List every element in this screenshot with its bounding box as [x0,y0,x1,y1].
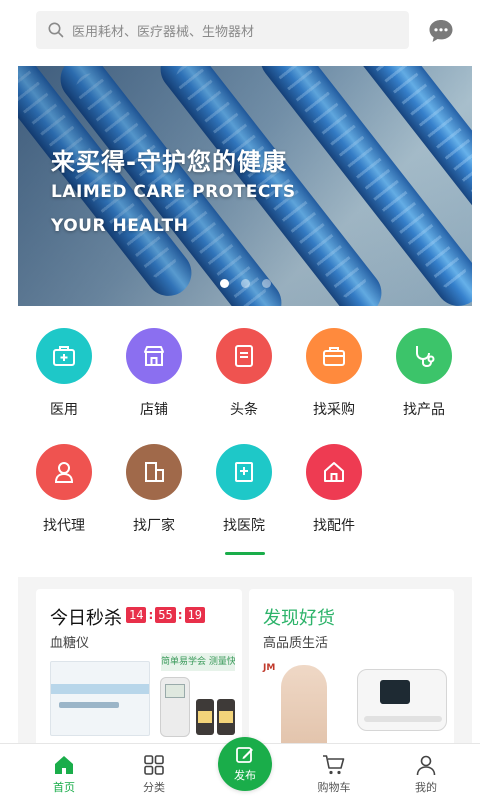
category-label: 医用 [50,402,78,418]
countdown-separator: : [177,608,183,622]
home-icon [55,756,73,774]
hospital-icon [216,444,272,500]
glucose-meter-image[interactable] [160,677,190,737]
category-label: 找医院 [223,518,265,534]
category-label: 找厂家 [133,518,175,534]
countdown-seconds: 19 [184,607,205,623]
analyzer-device-image[interactable] [357,669,447,731]
countdown-hours: 14 [126,607,147,623]
tab-profile[interactable]: 我的 [381,744,471,795]
cart-icon [323,755,345,775]
category-label: 找代理 [43,518,85,534]
carousel-dot[interactable] [261,279,271,288]
category-label: 店铺 [140,402,168,418]
flash-sale-title: 今日秒杀 [50,608,122,629]
store-icon [126,328,182,384]
category-store[interactable]: 店铺 [109,328,199,419]
grid-page-indicator [225,552,265,555]
home-page: 医用耗材、医疗器械、生物器材 来买得-守护您的健康 LAIMED CARE PR… [0,0,480,800]
tab-home[interactable]: 首页 [19,744,109,795]
search-icon [48,22,64,38]
product-promo-caption: 简单易学会 测量快又准 [161,653,235,671]
profile-icon [416,755,436,776]
category-find-product[interactable]: 找产品 [379,328,469,419]
category-find-parts[interactable]: 找配件 [289,444,379,535]
home-parts-icon [306,444,362,500]
category-label: 找采购 [313,402,355,418]
category-label: 找配件 [313,518,355,534]
publish-label: 发布 [234,769,256,782]
category-find-purchase[interactable]: 找采购 [289,328,379,419]
banner-subtitle-line1: LAIMED CARE PROTECTS [51,182,296,202]
brand-logo: JM [263,663,276,673]
hero-banner[interactable]: 来买得-守护您的健康 LAIMED CARE PROTECTS YOUR HEA… [18,66,472,306]
glove-product-image[interactable] [281,665,327,749]
flash-sale-subtitle: 血糖仪 [50,636,90,651]
category-find-factory[interactable]: 找厂家 [109,444,199,535]
tab-label: 分类 [143,781,165,794]
tab-label: 我的 [415,781,437,794]
publish-button[interactable]: 发布 [218,737,272,791]
flash-sale-card[interactable]: 今日秒杀 14 : 55 : 19 血糖仪 简单易学会 测量快又准 [36,589,242,749]
factory-icon [126,444,182,500]
product-image-box[interactable] [50,661,150,736]
category-label: 头条 [230,402,258,418]
category-label: 找产品 [403,402,445,418]
banner-title: 来买得-守护您的健康 [51,148,287,176]
test-strip-bottle-image [217,699,235,735]
tab-category[interactable]: 分类 [109,744,199,795]
medical-kit-icon [36,328,92,384]
tab-cart[interactable]: 购物车 [289,744,379,795]
stethoscope-icon [396,328,452,384]
grid-icon [144,755,164,775]
carousel-dot[interactable] [240,279,250,288]
discover-card[interactable]: 发现好货 高品质生活 JM [249,589,454,749]
discover-title: 发现好货 [263,608,335,629]
carousel-dot-active[interactable] [219,279,229,288]
carousel-dots [18,279,472,288]
edit-icon [236,747,253,763]
countdown-timer: 14 : 55 : 19 [126,607,205,623]
countdown-minutes: 55 [155,607,176,623]
tab-label: 购物车 [317,781,351,794]
news-icon [216,328,272,384]
discover-subtitle: 高品质生活 [263,636,329,651]
banner-subtitle-line2: YOUR HEALTH [51,216,189,236]
category-medical[interactable]: 医用 [19,328,109,419]
test-strip-bottle-image [196,699,214,735]
chat-bubble-icon[interactable] [428,18,454,44]
agent-person-icon [36,444,92,500]
tab-label: 首页 [53,781,75,794]
category-find-hospital[interactable]: 找医院 [199,444,289,535]
category-find-agent[interactable]: 找代理 [19,444,109,535]
search-bar[interactable]: 医用耗材、医疗器械、生物器材 [36,11,409,49]
countdown-separator: : [148,608,154,622]
briefcase-icon [306,328,362,384]
search-placeholder: 医用耗材、医疗器械、生物器材 [72,24,255,40]
category-news[interactable]: 头条 [199,328,289,419]
